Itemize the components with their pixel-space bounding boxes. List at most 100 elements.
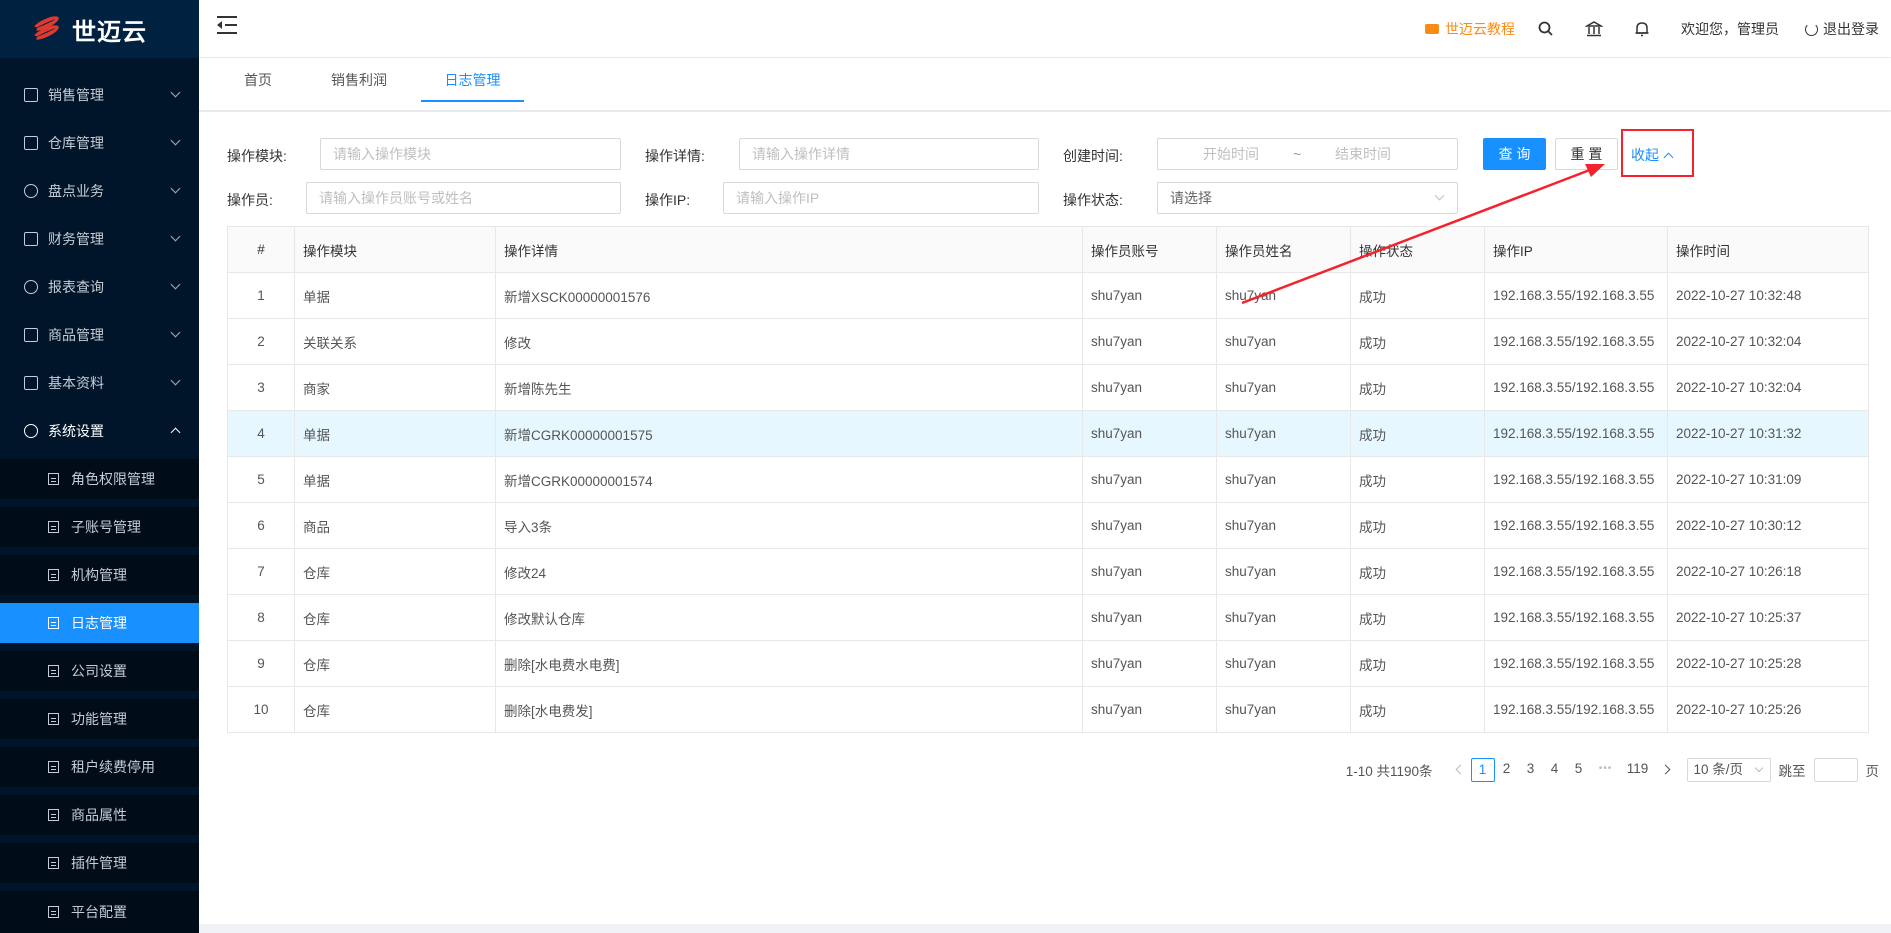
menu-system-settings[interactable]: 系统设置 bbox=[0, 407, 199, 455]
cell-time: 2022-10-27 10:25:28 bbox=[1667, 640, 1869, 687]
cell-time: 2022-10-27 10:31:09 bbox=[1667, 456, 1869, 503]
submenu-company-settings[interactable]: 公司设置 bbox=[0, 651, 199, 691]
cell-ip: 192.168.3.55/192.168.3.55 bbox=[1484, 548, 1668, 595]
chevron-down-icon bbox=[170, 327, 181, 338]
menu-label: 基本资料 bbox=[48, 375, 104, 391]
cell-detail: 修改默认仓库 bbox=[495, 594, 1083, 641]
status-select[interactable]: 请选择 bbox=[1157, 182, 1458, 214]
page-1[interactable]: 1 bbox=[1470, 758, 1495, 782]
submenu-sub-accounts[interactable]: 子账号管理 bbox=[0, 507, 199, 547]
cell-detail: 删除[水电费发] bbox=[495, 686, 1083, 733]
tab-sales-profit[interactable]: 销售利润 bbox=[331, 58, 387, 102]
page-last[interactable]: 119 bbox=[1621, 758, 1655, 782]
menu-label: 系统设置 bbox=[48, 423, 104, 439]
page-4[interactable]: 4 bbox=[1543, 758, 1567, 782]
col-status: 操作状态 bbox=[1350, 226, 1485, 273]
table-row[interactable]: 3 商家 新增陈先生 shu7yan shu7yan 成功 192.168.3.55/192… bbox=[227, 364, 1869, 411]
menu-reports[interactable]: 报表查询 bbox=[0, 263, 199, 311]
search-icon[interactable] bbox=[1537, 20, 1555, 38]
cell-detail: 修改24 bbox=[495, 548, 1083, 595]
logout-button[interactable]: 退出登录 bbox=[1805, 19, 1879, 39]
start-time-input[interactable]: 开始时间 bbox=[1203, 139, 1259, 169]
jump-page-input[interactable] bbox=[1813, 758, 1858, 782]
cell-detail: 新增CGRK00000001574 bbox=[495, 456, 1083, 503]
log-table: # 操作模块 操作详情 操作员账号 操作员姓名 操作状态 操作IP 操作时间 1… bbox=[227, 226, 1869, 733]
logo-icon bbox=[28, 11, 64, 47]
cell-status: 成功 bbox=[1350, 318, 1485, 365]
gauge-icon bbox=[24, 184, 38, 198]
cell-ip: 192.168.3.55/192.168.3.55 bbox=[1484, 410, 1668, 457]
menu-finance[interactable]: 财务管理 bbox=[0, 215, 199, 263]
menu-inventory[interactable]: 盘点业务 bbox=[0, 167, 199, 215]
tab-log-management[interactable]: 日志管理 bbox=[421, 58, 524, 102]
submenu-role-permissions[interactable]: 角色权限管理 bbox=[0, 459, 199, 499]
submenu-label: 插件管理 bbox=[71, 855, 127, 871]
query-button[interactable]: 查 询 bbox=[1483, 138, 1546, 170]
bag-icon bbox=[24, 328, 38, 342]
cell-time: 2022-10-27 10:32:48 bbox=[1667, 272, 1869, 319]
cell-detail: 导入3条 bbox=[495, 502, 1083, 549]
cell-operator-name: shu7yan bbox=[1216, 502, 1351, 549]
page-ellipsis[interactable]: ••• bbox=[1591, 758, 1621, 782]
cell-module: 商品 bbox=[294, 502, 496, 549]
submenu-organizations[interactable]: 机构管理 bbox=[0, 555, 199, 595]
table-row[interactable]: 2 关联关系 修改 shu7yan shu7yan 成功 192.168.3.55/192.… bbox=[227, 318, 1869, 365]
cell-operator-name: shu7yan bbox=[1216, 594, 1351, 641]
cell-status: 成功 bbox=[1350, 456, 1485, 503]
cell-ip: 192.168.3.55/192.168.3.55 bbox=[1484, 456, 1668, 503]
date-range-picker[interactable]: 开始时间 ~ 结束时间 bbox=[1157, 138, 1458, 170]
cell-status: 成功 bbox=[1350, 364, 1485, 411]
table-row[interactable]: 4 单据 新增CGRK00000001575 shu7yan shu7yan 成功 192.… bbox=[227, 410, 1869, 457]
table-row[interactable]: 1 单据 新增XSCK00000001576 shu7yan shu7yan 成功 192.… bbox=[227, 272, 1869, 319]
operator-label: 操作员: bbox=[227, 192, 273, 208]
submenu-tenant-renewal[interactable]: 租户续费停用 bbox=[0, 747, 199, 787]
menu-sales[interactable]: 销售管理 bbox=[0, 71, 199, 119]
menu-basic-data[interactable]: 基本资料 bbox=[0, 359, 199, 407]
menu-products[interactable]: 商品管理 bbox=[0, 311, 199, 359]
menu-label: 财务管理 bbox=[48, 231, 104, 247]
cell-detail: 新增XSCK00000001576 bbox=[495, 272, 1083, 319]
cell-index: 5 bbox=[227, 456, 295, 503]
module-input[interactable]: 请输入操作模块 bbox=[320, 138, 621, 170]
cell-detail: 新增陈先生 bbox=[495, 364, 1083, 411]
table-row[interactable]: 8 仓库 修改默认仓库 shu7yan shu7yan 成功 192.168.3.55/19… bbox=[227, 594, 1869, 641]
document-icon bbox=[48, 809, 59, 821]
cell-index: 1 bbox=[227, 272, 295, 319]
prev-page-button[interactable] bbox=[1447, 758, 1471, 782]
cell-module: 单据 bbox=[294, 272, 496, 319]
menu-warehouse[interactable]: 仓库管理 bbox=[0, 119, 199, 167]
table-row[interactable]: 5 单据 新增CGRK00000001574 shu7yan shu7yan 成功 192.… bbox=[227, 456, 1869, 503]
cell-operator-account: shu7yan bbox=[1082, 686, 1217, 733]
chevron-down-icon bbox=[170, 87, 181, 98]
detail-input[interactable]: 请输入操作详情 bbox=[739, 138, 1039, 170]
submenu-plugins[interactable]: 插件管理 bbox=[0, 843, 199, 883]
menu-fold-icon[interactable] bbox=[217, 16, 237, 34]
table-row[interactable]: 7 仓库 修改24 shu7yan shu7yan 成功 192.168.3.55/192.… bbox=[227, 548, 1869, 595]
ip-input[interactable]: 请输入操作IP bbox=[723, 182, 1039, 214]
table-row[interactable]: 6 商品 导入3条 shu7yan shu7yan 成功 192.168.3.55/192.… bbox=[227, 502, 1869, 549]
end-time-input[interactable]: 结束时间 bbox=[1335, 139, 1391, 169]
page-3[interactable]: 3 bbox=[1519, 758, 1543, 782]
col-detail: 操作详情 bbox=[495, 226, 1083, 273]
submenu-platform-config[interactable]: 平台配置 bbox=[0, 891, 199, 933]
submenu-product-attributes[interactable]: 商品属性 bbox=[0, 795, 199, 835]
reset-button[interactable]: 重 置 bbox=[1555, 138, 1618, 170]
table-row[interactable]: 10 仓库 删除[水电费发] shu7yan shu7yan 成功 192.168.3.55… bbox=[227, 686, 1869, 733]
menu-label: 仓库管理 bbox=[48, 135, 104, 151]
submenu-log-management[interactable]: 日志管理 bbox=[0, 603, 199, 643]
cell-time: 2022-10-27 10:25:26 bbox=[1667, 686, 1869, 733]
bell-icon[interactable] bbox=[1633, 20, 1651, 38]
cell-operator-name: shu7yan bbox=[1216, 364, 1351, 411]
page-size-select[interactable]: 10 条/页 bbox=[1686, 758, 1771, 782]
next-page-button[interactable] bbox=[1655, 758, 1679, 782]
table-row[interactable]: 9 仓库 删除[水电费水电费] shu7yan shu7yan 成功 192.168.3.5… bbox=[227, 640, 1869, 687]
tutorial-link[interactable]: 世迈云教程 bbox=[1425, 19, 1515, 39]
tab-home[interactable]: 首页 bbox=[244, 58, 272, 102]
page-2[interactable]: 2 bbox=[1495, 758, 1519, 782]
page-5[interactable]: 5 bbox=[1567, 758, 1591, 782]
bank-icon[interactable] bbox=[1584, 20, 1604, 38]
operator-input[interactable]: 请输入操作员账号或姓名 bbox=[306, 182, 621, 214]
submenu-functions[interactable]: 功能管理 bbox=[0, 699, 199, 739]
logo[interactable]: 世迈云 bbox=[0, 0, 199, 58]
cell-module: 仓库 bbox=[294, 640, 496, 687]
